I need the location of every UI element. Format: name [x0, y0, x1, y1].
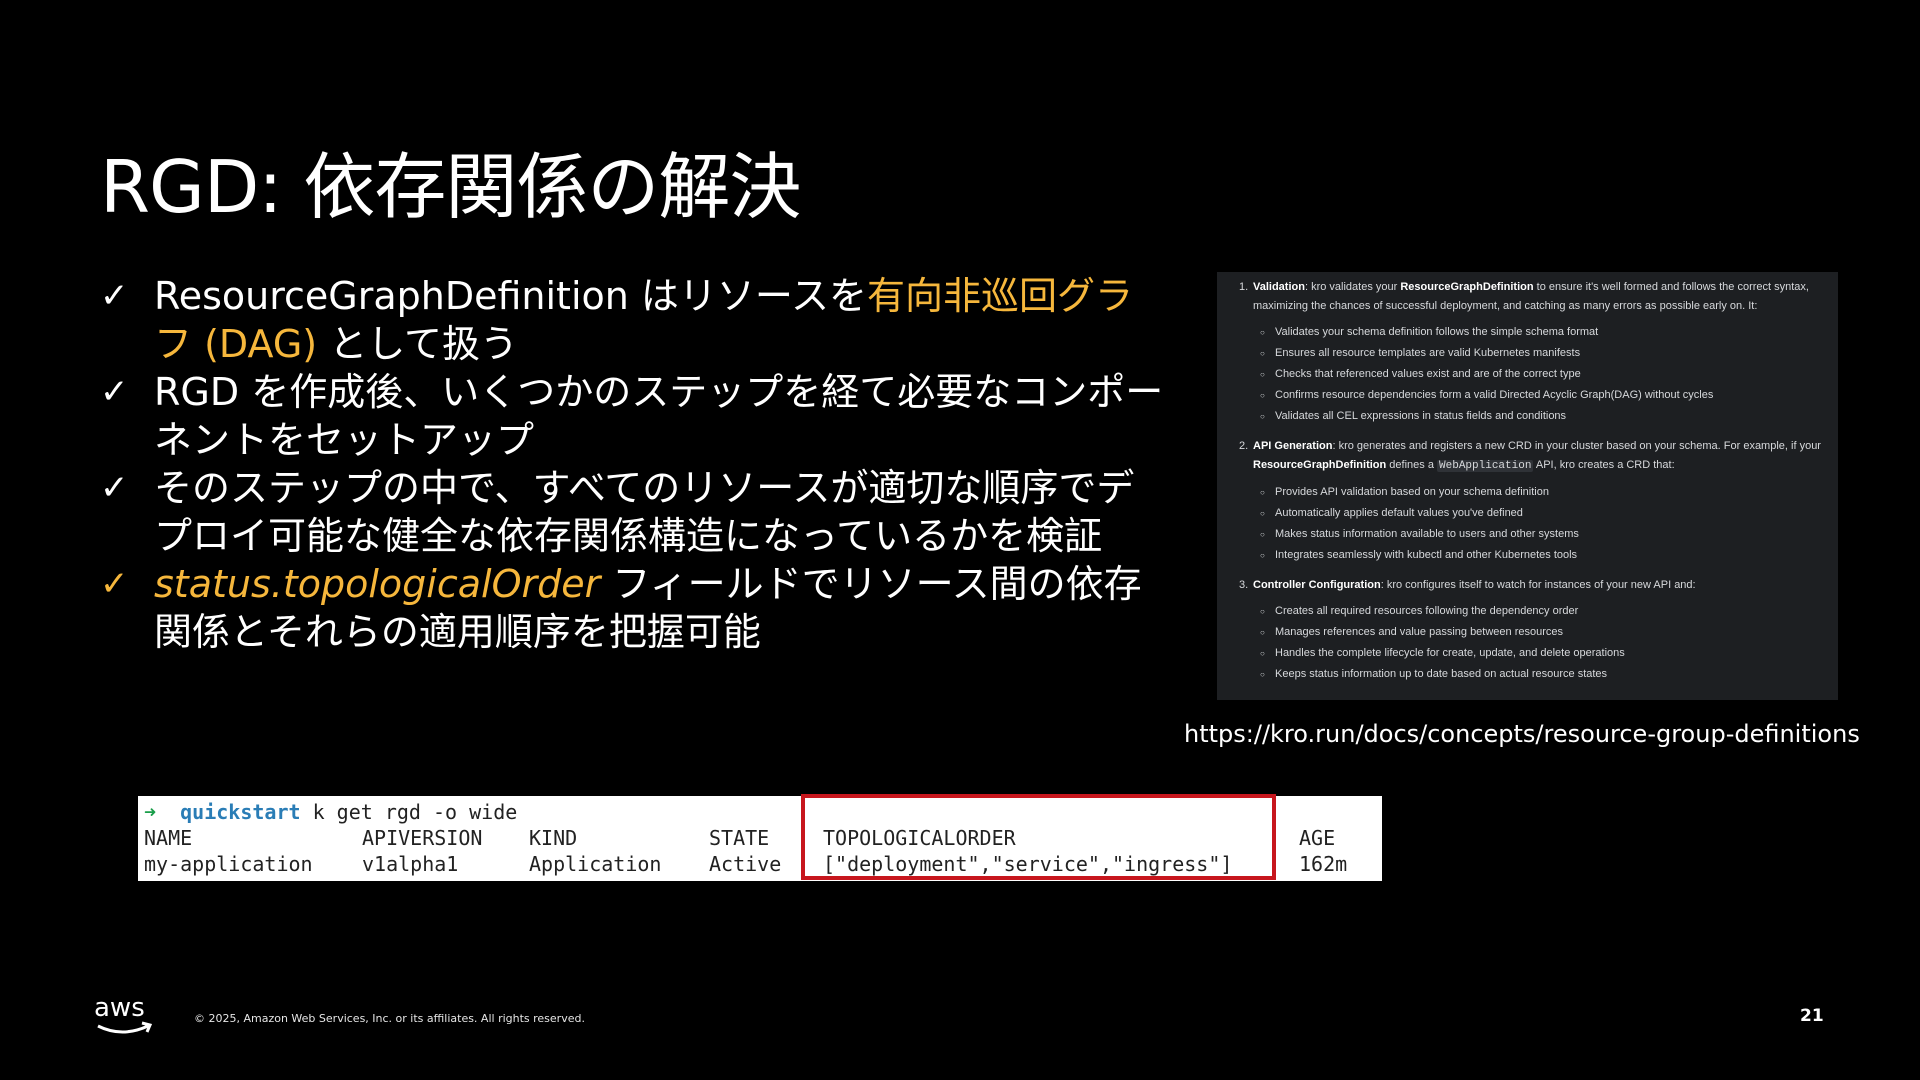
doc-section-bold: ResourceGraphDefinition — [1253, 459, 1387, 471]
checkmark-icon: ✓ — [100, 276, 129, 316]
aws-logo-text: aws — [94, 994, 145, 1023]
checkmark-icon: ✓ — [100, 468, 129, 508]
doc-section-text: : kro generates and registers a new CRD … — [1332, 440, 1821, 452]
doc-section-list: Validates your schema definition follows… — [1239, 322, 1828, 427]
topologicalorder-highlight-box — [801, 794, 1276, 880]
cell-state: Active — [709, 852, 782, 876]
doc-section: 2. API Generation: kro generates and regi… — [1239, 437, 1828, 476]
bullet-list: ✓ ResourceGraphDefinition はリソースを有向非巡回グラフ … — [100, 272, 1170, 656]
bullet-text: status.topologicalOrder — [154, 562, 601, 606]
doc-list-item: Validates all CEL expressions in status … — [1260, 406, 1828, 427]
header-name: NAME — [144, 826, 193, 850]
doc-section-text: : kro validates your — [1304, 281, 1401, 293]
doc-section-list: Provides API validation based on your sc… — [1239, 482, 1828, 566]
header-age: AGE — [1299, 826, 1336, 850]
bullet-item: ✓ そのステップの中で、すべてのリソースが適切な順序でデプロイ可能な健全な依存関係… — [100, 464, 1170, 560]
doc-list-item: Provides API validation based on your sc… — [1260, 482, 1828, 503]
bullet-item: ✓ RGD を作成後、いくつかのステップを経て必要なコンポーネントをセットアップ — [100, 368, 1170, 464]
bullet-text: ResourceGraphDefinition はリソースを — [154, 274, 868, 318]
doc-section-bold: ResourceGraphDefinition — [1400, 281, 1534, 293]
doc-section-number: 3. — [1239, 579, 1249, 591]
slide-title: RGD: 依存関係の解決 — [100, 145, 801, 229]
terminal-prompt-line: ➜ quickstart k get rgd -o wide — [144, 800, 517, 824]
doc-list-item: Confirms resource dependencies form a va… — [1260, 385, 1828, 406]
doc-section: 3. Controller Configuration: kro configur… — [1239, 576, 1828, 595]
source-url: https://kro.run/docs/concepts/resource-g… — [1184, 720, 1860, 748]
doc-list-item: Validates your schema definition follows… — [1260, 322, 1828, 343]
doc-section-number: 1. — [1239, 281, 1249, 293]
bullet-text: RGD を作成後、いくつかのステップを経て必要なコンポーネントをセットアップ — [154, 370, 1164, 462]
doc-section-text: defines a — [1386, 459, 1438, 471]
doc-section-heading: API Generation — [1253, 440, 1333, 452]
terminal-command: k get rgd -o wide — [300, 800, 518, 824]
doc-section: 1. Validation: kro validates your Resourc… — [1239, 278, 1828, 316]
bullet-text: として扱う — [317, 322, 519, 366]
aws-logo: aws — [94, 993, 154, 1038]
doc-list-item: Makes status information available to us… — [1260, 524, 1828, 545]
bullet-item: ✓ status.topologicalOrder フィールドでリソース間の依存関… — [100, 560, 1170, 656]
doc-section-heading: Validation — [1253, 281, 1305, 293]
doc-section-heading: Controller Configuration — [1253, 579, 1381, 591]
header-state: STATE — [709, 826, 770, 850]
terminal-cwd: quickstart — [180, 800, 301, 824]
page-number: 21 — [1800, 1006, 1824, 1026]
doc-list-item: Creates all required resources following… — [1260, 601, 1828, 622]
doc-list-item: Handles the complete lifecycle for creat… — [1260, 643, 1828, 664]
doc-inline-code: WebApplication — [1437, 460, 1534, 472]
doc-list-item: Checks that referenced values exist and … — [1260, 364, 1828, 385]
header-apiversion: APIVERSION — [362, 826, 483, 850]
bullet-item: ✓ ResourceGraphDefinition はリソースを有向非巡回グラフ … — [100, 272, 1170, 368]
prompt-arrow-icon: ➜ — [144, 800, 157, 824]
cell-age: 162m — [1299, 852, 1348, 876]
bullet-text: そのステップの中で、すべてのリソースが適切な順序でデプロイ可能な健全な依存関係構… — [154, 466, 1135, 558]
doc-list-item: Ensures all resource templates are valid… — [1260, 343, 1828, 364]
cell-kind: Application — [529, 852, 662, 876]
doc-section-text: API, kro creates a CRD that: — [1533, 459, 1675, 471]
checkmark-icon: ✓ — [100, 372, 129, 412]
header-kind: KIND — [529, 826, 578, 850]
doc-section-list: Creates all required resources following… — [1239, 601, 1828, 685]
cell-apiversion: v1alpha1 — [362, 852, 459, 876]
doc-list-item: Integrates seamlessly with kubectl and o… — [1260, 545, 1828, 566]
copyright: © 2025, Amazon Web Services, Inc. or its… — [194, 1012, 585, 1025]
docs-screenshot: 1. Validation: kro validates your Resourc… — [1217, 272, 1838, 700]
doc-section-text: : kro configures itself to watch for ins… — [1380, 579, 1696, 591]
cell-name: my-application — [144, 852, 313, 876]
doc-list-item: Keeps status information up to date base… — [1260, 664, 1828, 685]
doc-section-number: 2. — [1239, 440, 1249, 452]
doc-list-item: Automatically applies default values you… — [1260, 503, 1828, 524]
checkmark-icon: ✓ — [100, 564, 129, 604]
doc-list-item: Manages references and value passing bet… — [1260, 622, 1828, 643]
